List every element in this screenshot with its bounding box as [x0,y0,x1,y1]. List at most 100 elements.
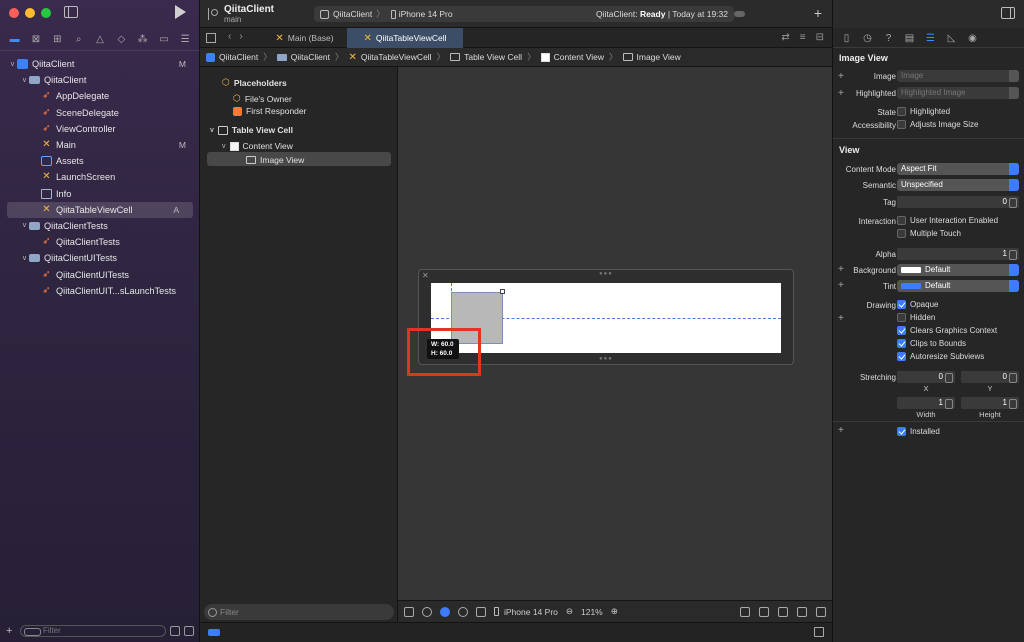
zoom-in-icon[interactable]: ⊕ [611,606,618,617]
resize-handle[interactable] [500,289,505,294]
device-config-button[interactable]: iPhone 14 Pro [494,607,558,617]
outline-table-view-cell[interactable]: v Table View Cell [210,125,293,135]
outline-files-owner[interactable]: ⬡ File's Owner [233,93,292,104]
autoresize-subviews-checkbox[interactable]: Autoresize Subviews [897,352,984,361]
warning-icon[interactable]: △ [94,34,105,45]
zoom-level[interactable]: 121% [581,607,603,617]
outline-placeholders[interactable]: ⬡ Placeholders [222,77,287,88]
add-variation-icon[interactable]: + [838,280,844,291]
close-icon[interactable]: ✕ [422,271,429,280]
attributes-icon[interactable]: ☰ [925,33,936,44]
disclosure-down-icon[interactable]: v [210,127,214,134]
add-variation-icon[interactable]: + [838,71,844,82]
highlighted-image-field[interactable]: Highlighted Image [897,87,1019,99]
outline-toggle-icon[interactable] [404,606,414,617]
multiple-touch-checkbox[interactable]: Multiple Touch [897,229,961,238]
tree-item[interactable]: v QiitaClientTests [0,218,200,234]
tree-item[interactable]: ➶ SceneDelegate [0,105,200,121]
tree-item[interactable]: ➶ QiitaClientUIT...sLaunchTests [0,283,200,299]
add-icon[interactable]: + [6,625,16,637]
breakpoint-icon[interactable]: ▭ [158,34,169,45]
debug-area-icon[interactable] [208,629,220,636]
tint-color-popup[interactable]: Default [897,280,1019,292]
align-icon[interactable] [759,606,769,617]
opaque-checkbox[interactable]: Opaque [897,300,938,309]
tree-item[interactable]: v QiitaClientUITests [0,250,200,266]
filter-options-icon[interactable] [184,625,194,636]
tree-item[interactable]: ➶ AppDelegate [0,88,200,104]
disclosure-down-icon[interactable]: v [222,143,226,150]
back-forward-arrows-icon[interactable]: ‹› [228,31,251,42]
outline-filter-input[interactable]: Filter [204,604,394,620]
outline-first-responder[interactable]: First Responder [233,106,306,116]
clears-graphics-checkbox[interactable]: Clears Graphics Context [897,326,997,335]
jump-bar-item-file[interactable]: QiitaTableViewCell [361,52,432,62]
tab-main-base[interactable]: ✕ Main (Base) [262,28,347,48]
tree-item[interactable]: Assets [0,153,200,169]
background-color-popup[interactable]: Default [897,264,1019,276]
adjusts-image-size-checkbox[interactable]: Adjusts Image Size [897,120,978,129]
disclosure-down-icon[interactable]: v [20,255,29,262]
tree-item[interactable]: v QiitaClient [0,72,200,88]
tree-item[interactable]: ✕ QiitaTableViewCell A [7,201,193,218]
jump-bar-item-cell[interactable]: Table View Cell [464,52,522,62]
hidden-checkbox[interactable]: Hidden [897,313,935,322]
minimize-window-button[interactable] [25,8,35,18]
inspector-toggle-icon[interactable] [1001,7,1015,19]
outline-image-view[interactable]: Image View [246,155,304,165]
identity-icon[interactable]: ▤ [904,33,915,44]
search-icon[interactable]: ⌕ [73,34,84,45]
layout-icon[interactable] [476,606,486,617]
disclosure-down-icon[interactable]: v [20,222,29,229]
connections-icon[interactable]: ◉ [967,33,978,44]
disclosure-down-icon[interactable]: v [20,77,29,84]
installed-checkbox[interactable]: Installed [897,427,940,436]
adjust-editor-icon[interactable]: ≡ [800,32,806,43]
alpha-field[interactable]: 1 [897,248,1019,260]
stretch-y-field[interactable]: 0 [961,371,1019,383]
jump-bar-item-project[interactable]: QiitaClient [219,52,258,62]
disclosure-down-icon[interactable]: v [8,61,17,68]
tree-item[interactable]: ➶ QiitaClientUITests [0,266,200,282]
image-field[interactable]: Image [897,70,1019,82]
tree-item[interactable]: v QiitaClient M [0,56,200,72]
split-editor-icon[interactable]: ⊟ [816,32,824,43]
navigator-filter-input[interactable]: Filter [20,624,166,637]
show-debug-area-icon[interactable] [814,627,824,637]
semantic-popup[interactable]: Unspecified [897,179,1019,191]
update-frames-icon[interactable] [740,606,750,617]
close-window-button[interactable] [9,8,19,18]
jump-bar-item-image-view[interactable]: Image View [637,52,681,62]
jump-bar-item-group[interactable]: QiitaClient [291,52,330,62]
tree-item[interactable]: Info [0,186,200,202]
zoom-window-button[interactable] [41,8,51,18]
stretch-width-field[interactable]: 1 [897,397,955,409]
report-icon[interactable]: ☰ [180,34,191,45]
related-items-icon[interactable] [206,33,216,43]
stretch-x-field[interactable]: 0 [897,371,955,383]
embed-in-icon[interactable] [816,606,826,617]
device-selector[interactable]: iPhone 14 Pro [399,9,453,19]
sidebar-toggle-icon[interactable] [64,6,78,18]
interface-builder-canvas[interactable]: ✕ ●●● ●●● W: 60.0 H: 60.0 [398,67,832,600]
help-icon[interactable]: ? [883,33,894,44]
file-inspector-icon[interactable]: ▯ [841,33,852,44]
refresh-icon[interactable]: ⇄ [781,32,789,43]
tree-item[interactable]: ✕ LaunchScreen [0,169,200,185]
symbol-icon[interactable]: ⊞ [52,34,63,45]
appearance-icon[interactable] [422,606,432,617]
content-mode-popup[interactable]: Aspect Fit [897,163,1019,175]
jump-bar-item-content-view[interactable]: Content View [554,52,604,62]
tree-item[interactable]: ✕ Main M [0,137,200,153]
add-variation-icon[interactable]: + [838,264,844,275]
run-button[interactable] [175,5,186,19]
resolve-issues-icon[interactable] [797,606,807,617]
clips-to-bounds-checkbox[interactable]: Clips to Bounds [897,339,966,348]
add-variation-icon[interactable]: + [838,425,844,436]
size-icon[interactable]: ◺ [946,33,957,44]
tag-field[interactable]: 0 [897,196,1019,208]
tab-qiita-table-view-cell[interactable]: ✕ QiitaTableViewCell [347,28,463,48]
folder-icon[interactable]: ▬ [9,34,20,45]
tree-item[interactable]: ➶ ViewController [0,121,200,137]
outline-content-view[interactable]: v Content View [222,141,293,151]
